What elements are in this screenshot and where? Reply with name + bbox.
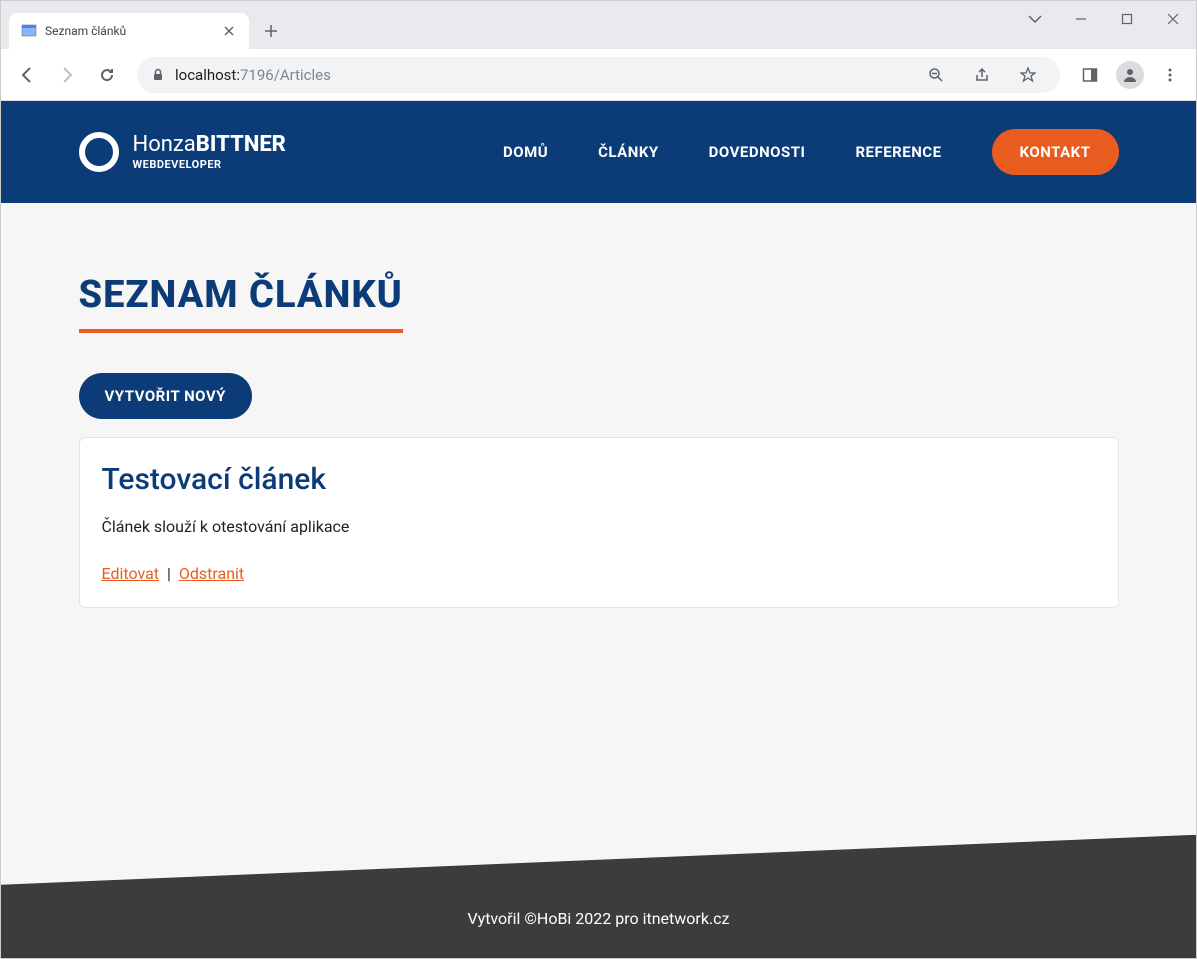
new-tab-button[interactable] xyxy=(257,17,285,45)
site-header: HonzaBITTNER WEBDEVELOPER DOMŮ ČLÁNKY DO… xyxy=(1,101,1196,203)
footer-diagonal-decoration xyxy=(1,835,1196,885)
zoom-icon[interactable] xyxy=(918,57,954,93)
edit-link[interactable]: Editovat xyxy=(102,564,160,583)
tab-favicon-icon xyxy=(21,23,37,39)
article-actions: Editovat | Odstranit xyxy=(102,564,1096,583)
create-new-button[interactable]: VYTVOŘIT NOVÝ xyxy=(79,373,252,419)
article-card: Testovací článek Článek slouží k otestov… xyxy=(79,437,1119,608)
window-minimize-button[interactable] xyxy=(1058,1,1104,37)
menu-icon[interactable] xyxy=(1152,57,1188,93)
nav-contact-button[interactable]: KONTAKT xyxy=(992,129,1119,175)
page-content: HonzaBITTNER WEBDEVELOPER DOMŮ ČLÁNKY DO… xyxy=(1,101,1196,958)
tab-close-icon[interactable] xyxy=(221,23,237,39)
main-content: SEZNAM ČLÁNKŮ VYTVOŘIT NOVÝ Testovací čl… xyxy=(49,203,1149,835)
star-icon[interactable] xyxy=(1010,57,1046,93)
reload-button[interactable] xyxy=(89,57,125,93)
lock-icon xyxy=(151,68,165,82)
address-bar[interactable]: localhost:7196/Articles xyxy=(137,57,1060,93)
browser-toolbar: localhost:7196/Articles xyxy=(1,49,1196,101)
action-separator: | xyxy=(163,564,175,583)
article-description: Článek slouží k otestování aplikace xyxy=(102,517,1096,536)
page-title: SEZNAM ČLÁNKŮ xyxy=(79,273,403,333)
profile-avatar[interactable] xyxy=(1112,57,1148,93)
footer-text: Vytvořil ©HoBi 2022 pro itnetwork.cz xyxy=(468,909,730,928)
browser-tab[interactable]: Seznam článků xyxy=(9,13,249,49)
article-title[interactable]: Testovací článek xyxy=(102,462,1096,497)
forward-button[interactable] xyxy=(49,57,85,93)
tab-title: Seznam článků xyxy=(45,24,213,38)
window-controls xyxy=(1012,1,1196,37)
window-maximize-button[interactable] xyxy=(1104,1,1150,37)
window-close-button[interactable] xyxy=(1150,1,1196,37)
delete-link[interactable]: Odstranit xyxy=(179,564,244,583)
site-footer: Vytvořil ©HoBi 2022 pro itnetwork.cz xyxy=(1,835,1196,958)
side-panel-icon[interactable] xyxy=(1072,57,1108,93)
browser-window: Seznam článků xyxy=(0,0,1197,959)
main-nav: DOMŮ ČLÁNKY DOVEDNOSTI REFERENCE KONTAKT xyxy=(503,129,1119,175)
logo-circle-icon xyxy=(79,132,119,172)
nav-articles[interactable]: ČLÁNKY xyxy=(598,143,659,161)
back-button[interactable] xyxy=(9,57,45,93)
share-icon[interactable] xyxy=(964,57,1000,93)
url-text: localhost:7196/Articles xyxy=(175,66,908,84)
logo-name: HonzaBITTNER xyxy=(133,134,286,156)
nav-references[interactable]: REFERENCE xyxy=(855,143,941,161)
browser-titlebar: Seznam článků xyxy=(1,1,1196,49)
logo-subtitle: WEBDEVELOPER xyxy=(133,158,286,171)
site-logo[interactable]: HonzaBITTNER WEBDEVELOPER xyxy=(79,132,286,172)
nav-skills[interactable]: DOVEDNOSTI xyxy=(709,143,806,161)
tabs-dropdown-icon[interactable] xyxy=(1012,1,1058,37)
nav-home[interactable]: DOMŮ xyxy=(503,143,548,161)
